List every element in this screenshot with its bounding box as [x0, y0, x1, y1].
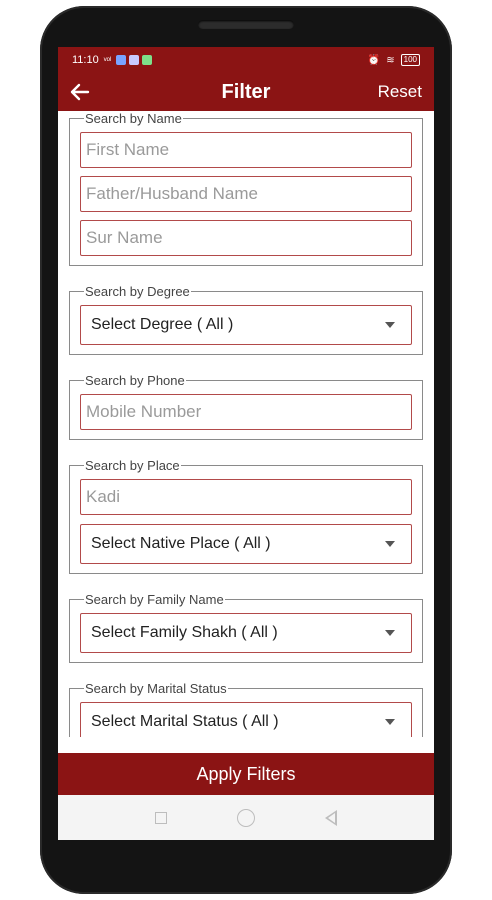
dropdown-caret-icon: [385, 322, 395, 328]
nav-back-icon[interactable]: [325, 809, 337, 826]
native-place-select[interactable]: Select Native Place ( All ): [80, 524, 412, 564]
group-legend: Search by Degree: [85, 284, 190, 299]
degree-select-value: Select Degree ( All ): [91, 316, 234, 333]
status-bar-left: 11:10 ᵛᵒˡ: [72, 54, 153, 66]
back-button[interactable]: [70, 77, 100, 107]
dropdown-caret-icon: [385, 541, 395, 547]
signal-text: ᵛᵒˡ: [103, 55, 112, 65]
search-by-family-name-group: Search by Family Name Select Family Shak…: [69, 592, 423, 663]
group-legend: Search by Marital Status: [85, 681, 227, 696]
app-screen: 11:10 ᵛᵒˡ ⏰ ≋ 100 Filter Reset Search by…: [58, 47, 434, 840]
group-legend: Search by Place: [85, 458, 180, 473]
dropdown-caret-icon: [385, 630, 395, 636]
search-by-phone-group: Search by Phone: [69, 373, 423, 440]
notification-icon: [116, 55, 127, 65]
status-time: 11:10: [72, 54, 99, 66]
system-nav-bar: [58, 795, 434, 840]
app-bar: Filter Reset: [58, 73, 434, 111]
family-shakh-select-value: Select Family Shakh ( All ): [91, 624, 278, 641]
native-place-select-value: Select Native Place ( All ): [91, 535, 271, 552]
search-by-degree-group: Search by Degree Select Degree ( All ): [69, 284, 423, 355]
nav-home-icon[interactable]: [237, 808, 255, 827]
notification-icon: [142, 55, 153, 65]
marital-status-select[interactable]: Select Marital Status ( All ): [80, 702, 412, 737]
apply-filters-button[interactable]: Apply Filters: [58, 753, 434, 795]
mobile-number-input[interactable]: [80, 394, 412, 430]
alarm-icon: ⏰: [367, 54, 381, 66]
wifi-icon: ≋: [386, 54, 395, 66]
status-bar-right: ⏰ ≋ 100: [368, 54, 420, 66]
group-legend: Search by Family Name: [85, 592, 224, 607]
first-name-input[interactable]: [80, 132, 412, 168]
status-bar: 11:10 ᵛᵒˡ ⏰ ≋ 100: [58, 47, 434, 73]
father-husband-name-input[interactable]: [80, 176, 412, 212]
dropdown-caret-icon: [385, 719, 395, 725]
search-by-marital-status-group: Search by Marital Status Select Marital …: [69, 681, 423, 737]
battery-icon: 100: [400, 54, 420, 66]
notification-icons: [116, 55, 153, 65]
nav-recents-icon[interactable]: [155, 811, 167, 824]
filter-form: Search by Name Search by Degree Select D…: [58, 111, 434, 737]
phone-frame: 11:10 ᵛᵒˡ ⏰ ≋ 100 Filter Reset Search by…: [40, 6, 452, 894]
reset-button[interactable]: Reset: [378, 82, 422, 102]
place-input[interactable]: [80, 479, 412, 515]
family-shakh-select[interactable]: Select Family Shakh ( All ): [80, 613, 412, 653]
marital-status-select-value: Select Marital Status ( All ): [91, 713, 279, 730]
search-by-name-group: Search by Name: [69, 111, 423, 266]
notification-icon: [129, 55, 140, 65]
back-arrow-icon: [70, 83, 90, 101]
group-legend: Search by Phone: [85, 373, 185, 388]
phone-speaker: [198, 20, 294, 29]
degree-select[interactable]: Select Degree ( All ): [80, 305, 412, 345]
group-legend: Search by Name: [85, 111, 182, 126]
surname-input[interactable]: [80, 220, 412, 256]
search-by-place-group: Search by Place Select Native Place ( Al…: [69, 458, 423, 574]
